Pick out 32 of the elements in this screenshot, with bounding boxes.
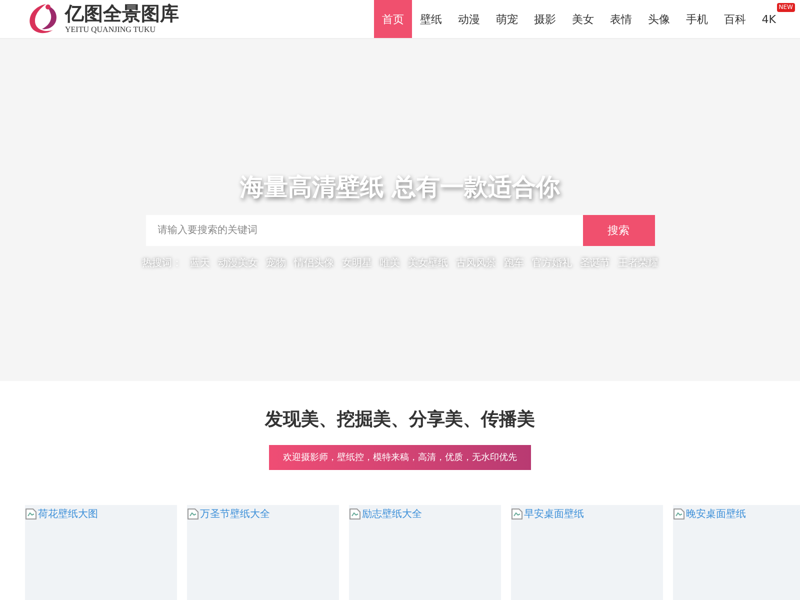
image-alt-text: 荷花壁纸大图 xyxy=(38,508,98,521)
image-alt-text: 励志壁纸大全 xyxy=(362,508,422,521)
nav-link[interactable]: 萌宠 xyxy=(488,0,526,38)
section-heading: 发现美、挖掘美、分享美、传播美 xyxy=(265,408,535,431)
welcome-banner: 欢迎摄影师，壁纸控，模特来稿，高清，优质，无水印优先 xyxy=(269,445,531,470)
nav-link[interactable]: 摄影 xyxy=(526,0,564,38)
nav-link[interactable]: 头像 xyxy=(640,0,678,38)
nav-link[interactable]: 手机 xyxy=(678,0,716,38)
hero-title: 海量高清壁纸 总有一款适合你 xyxy=(240,170,560,202)
image-alt-text: 万圣节壁纸大全 xyxy=(200,508,270,521)
nav-link[interactable]: 壁纸 xyxy=(412,0,450,38)
broken-image-icon xyxy=(25,508,37,520)
nav-link[interactable]: 首页 xyxy=(374,0,412,38)
nav-link[interactable]: 动漫 xyxy=(450,0,488,38)
broken-image-icon xyxy=(673,508,685,520)
image-card[interactable]: 荷花壁纸大图 xyxy=(25,505,177,600)
logo-title: 亿图全景图库 xyxy=(65,4,179,24)
nav-link[interactable]: 表情 xyxy=(602,0,640,38)
search-field[interactable]: 请输入要搜索的关键词 xyxy=(146,214,582,246)
broken-image-icon xyxy=(511,508,523,520)
broken-image-icon xyxy=(187,508,199,520)
search-button[interactable]: 搜索 xyxy=(582,214,654,246)
nav-link[interactable]: 百科 xyxy=(716,0,754,38)
image-alt-text: 晚安桌面壁纸 xyxy=(686,508,746,521)
image-alt-text: 早安桌面壁纸 xyxy=(524,508,584,521)
logo-subtitle: YEITU QUANJING TUKU xyxy=(65,26,157,34)
image-card[interactable]: 早安桌面壁纸 xyxy=(511,505,663,600)
nav-link[interactable]: 美女 xyxy=(564,0,602,38)
broken-image-icon xyxy=(349,508,361,520)
image-card[interactable]: 晚安桌面壁纸 xyxy=(673,505,800,600)
image-card[interactable]: 万圣节壁纸大全 xyxy=(187,505,339,600)
image-card[interactable]: 励志壁纸大全 xyxy=(349,505,501,600)
